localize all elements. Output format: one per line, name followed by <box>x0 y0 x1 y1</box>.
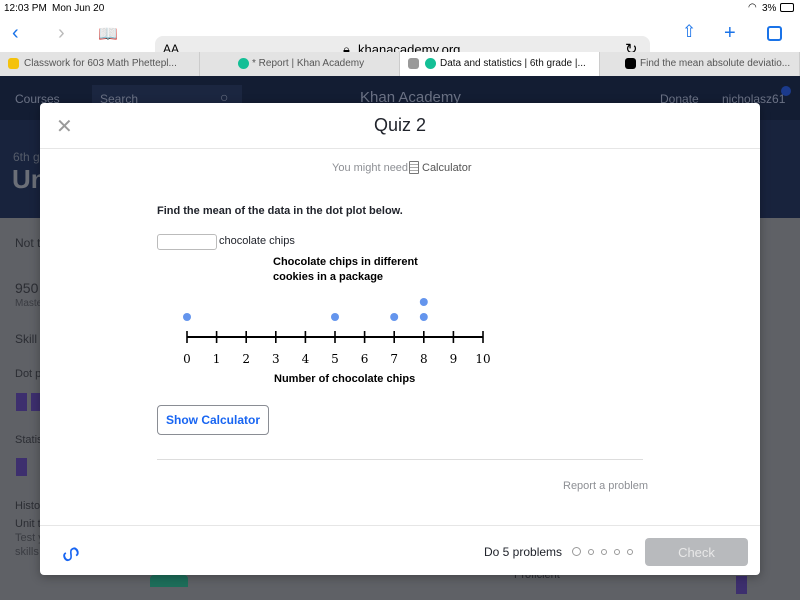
notification-badge <box>781 86 791 96</box>
wifi-icon: ◠ <box>748 2 757 13</box>
divider <box>157 459 643 460</box>
progress-dot <box>572 547 581 556</box>
data-dot <box>183 313 191 321</box>
tab-classwork[interactable]: Classwork for 603 Math Phettepl... <box>0 52 200 76</box>
tabs-icon[interactable] <box>767 26 782 41</box>
bg-illustration <box>150 575 188 587</box>
question-text: Find the mean of the data in the dot plo… <box>157 205 403 217</box>
share-icon[interactable]: ⇧ <box>682 22 696 42</box>
battery-icon <box>780 3 794 12</box>
bg-text: skills <box>15 546 39 558</box>
show-calculator-button[interactable]: Show Calculator <box>157 405 269 435</box>
tab-label: Classwork for 603 Math Phettepl... <box>24 58 177 69</box>
bg-text: Histo <box>15 500 41 512</box>
khan-icon <box>238 58 249 69</box>
bg-text: Dot p <box>15 368 42 380</box>
might-need-label: You might need: <box>332 162 412 174</box>
modal-header: ✕ Quiz 2 <box>40 103 760 149</box>
report-problem-link[interactable]: Report a problem <box>563 480 648 492</box>
mastery-bar <box>16 393 27 411</box>
tick-label: 8 <box>420 352 428 366</box>
chart-title: Chocolate chips in different cookies in … <box>273 255 418 285</box>
chart-title-line: cookies in a package <box>273 271 384 283</box>
mastery-bar <box>16 458 27 476</box>
data-dot <box>390 313 399 321</box>
tab-label: Data and statistics | 6th grade |... <box>440 58 586 69</box>
browser-toolbar: ‹ › 📖 AA 🔒︎ khanacademy.org ↻ ⇧ + <box>0 18 800 64</box>
khan-icon <box>425 58 436 69</box>
progress-dot <box>614 549 620 555</box>
back-icon[interactable]: ‹ <box>12 22 19 45</box>
battery-level: 3% <box>762 3 777 14</box>
tick-label: 6 <box>361 352 369 366</box>
data-dot <box>419 313 428 321</box>
bookmarks-icon[interactable]: 📖 <box>98 24 118 44</box>
data-dot <box>419 298 428 306</box>
check-button[interactable]: Check <box>645 538 748 566</box>
tick-label: 4 <box>302 352 310 366</box>
chart-title-line: Chocolate chips in different <box>273 256 418 268</box>
bg-text: Skill <box>15 332 38 346</box>
quiz-modal: ✕ Quiz 2 You might need: Calculator Find… <box>40 103 760 575</box>
status-date: Mon Jun 20 <box>52 3 105 14</box>
tick-label: 2 <box>242 352 250 366</box>
progress-dot <box>601 549 607 555</box>
data-dot <box>331 313 339 321</box>
tick-label: 10 <box>475 352 490 366</box>
bg-text: Statis <box>15 434 43 446</box>
answer-input[interactable] <box>157 234 217 250</box>
status-bar: 12:03 PM Mon Jun 20 ◠ 3% <box>0 0 800 18</box>
tab-bar: Classwork for 603 Math Phettepl... * Rep… <box>0 52 800 76</box>
bg-text: Maste <box>15 298 43 309</box>
tick-label: 7 <box>390 352 398 366</box>
tab-label: Find the mean absolute deviatio... <box>640 58 791 69</box>
site-icon <box>625 58 636 69</box>
x-axis-label: Number of chocolate chips <box>274 373 416 385</box>
status-time: 12:03 PM <box>4 3 47 14</box>
classroom-icon <box>8 58 19 69</box>
progress-dot <box>588 549 594 555</box>
bg-text: Not t <box>15 236 41 250</box>
do-problems-label: Do 5 problems <box>484 545 563 559</box>
tick-label: 9 <box>450 352 458 366</box>
modal-title: Quiz 2 <box>373 115 427 135</box>
calculator-icon <box>409 161 419 174</box>
calculator-link[interactable]: Calculator <box>422 162 472 174</box>
bg-text: 950 <box>15 280 39 296</box>
grade-label: 6th g <box>13 150 40 164</box>
tab-report[interactable]: * Report | Khan Academy <box>200 52 400 76</box>
tab-mean-absolute-deviation[interactable]: Find the mean absolute deviatio... <box>600 52 800 76</box>
mastery-bar <box>736 576 747 594</box>
bg-text: Unit t <box>15 518 41 530</box>
forward-icon[interactable]: › <box>58 22 65 45</box>
close-tab-icon[interactable] <box>408 58 419 69</box>
tick-label: 0 <box>183 352 191 366</box>
tab-label: * Report | Khan Academy <box>252 58 365 69</box>
progress-dot <box>627 549 633 555</box>
tick-label: 3 <box>272 352 280 366</box>
new-tab-icon[interactable]: + <box>724 22 736 45</box>
tick-label: 5 <box>331 352 339 366</box>
tab-data-and-statistics[interactable]: Data and statistics | 6th grade |... <box>400 52 600 76</box>
tick-label: 1 <box>213 352 221 366</box>
answer-unit: chocolate chips <box>219 235 295 247</box>
